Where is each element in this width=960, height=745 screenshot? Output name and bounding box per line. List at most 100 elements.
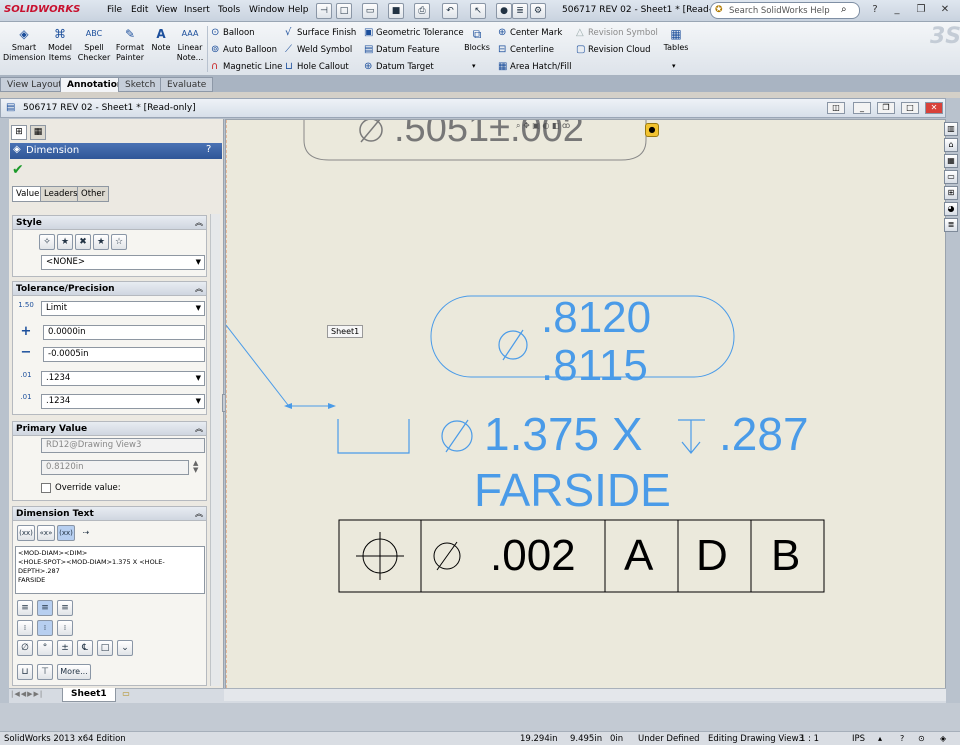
balloon-button[interactable]: ⊙ Balloon [211, 27, 255, 38]
search-icon[interactable]: ⌕ [841, 4, 847, 15]
view-palette-icon[interactable]: ⊞ [944, 186, 958, 200]
help-question-icon[interactable]: ? [865, 3, 885, 18]
pin-icon[interactable]: ⊣ [316, 3, 332, 19]
tab-sketch[interactable]: Sketch [118, 77, 163, 92]
dimension-value-field[interactable]: 0.8120in [41, 460, 189, 475]
pm-tab-value[interactable]: Value [12, 186, 44, 202]
revision-cloud-button[interactable]: ▢ Revision Cloud [576, 44, 651, 55]
add-parentheses-icon[interactable]: (xx) [17, 525, 35, 541]
auto-balloon-button[interactable]: ⊚ Auto Balloon [211, 44, 277, 55]
tolerance-type-select[interactable]: Limit [41, 301, 205, 316]
print-icon[interactable]: ⎙ [414, 3, 430, 19]
centerline-symbol-icon[interactable]: ℄ [77, 640, 93, 656]
property-manager-tab-icon[interactable]: ▦ [30, 125, 46, 140]
align-bottom-icon[interactable]: ⁞ [57, 620, 73, 636]
spotface-dimension-text[interactable]: 1.375 X [484, 410, 643, 458]
tables-dropdown-icon[interactable]: ▾ [672, 62, 676, 70]
primary-value-header[interactable]: Primary Value [13, 422, 206, 436]
restore-button[interactable]: ❐ [911, 3, 931, 18]
resources-icon[interactable]: ▥ [944, 122, 958, 136]
blocks-button[interactable]: ⧉ Blocks [462, 26, 492, 53]
horizontal-scrollbar[interactable] [224, 689, 946, 701]
collapse-tolerance-icon[interactable]: ︽ [195, 283, 203, 294]
pm-tab-leaders[interactable]: Leaders [40, 186, 82, 202]
smart-dimension-button[interactable]: ◈ Smart Dimension [3, 26, 46, 63]
primary-precision-select[interactable]: .1234 [41, 371, 205, 386]
apply-style-icon[interactable]: ✧ [39, 234, 55, 250]
doc-restore-button[interactable]: ❐ [877, 102, 895, 114]
save-style-icon[interactable]: ★ [93, 234, 109, 250]
feature-manager-tab-icon[interactable]: ⊞ [11, 125, 27, 140]
status-scale[interactable]: 1 : 1 [800, 734, 819, 744]
rebuild-icon[interactable]: ● [496, 3, 512, 19]
lower-limit-input[interactable]: -0.0005in [43, 347, 205, 362]
collapse-primary-icon[interactable]: ︽ [195, 423, 203, 434]
limit-lower-value[interactable]: .8115 [541, 344, 648, 388]
counterbore-symbol-icon[interactable]: ⊔ [17, 664, 33, 680]
farside-note[interactable]: FARSIDE [474, 466, 671, 514]
datum-target-button[interactable]: ⊕ Datum Target [364, 61, 434, 72]
menu-help[interactable]: Help [288, 5, 309, 15]
appearance-icon[interactable]: ● [645, 123, 659, 137]
home-icon[interactable]: ⌂ [944, 138, 958, 152]
fcf-datum-a[interactable]: A [624, 533, 653, 579]
center-dimension-icon[interactable]: «x» [37, 525, 55, 541]
help-status-icon[interactable]: ? [900, 734, 904, 743]
dimension-text-box[interactable]: <MOD-DIAM><DIM> <HOLE-SPOT><MOD-DIAM>1.3… [15, 546, 205, 594]
collapse-dimtext-icon[interactable]: ︽ [195, 508, 203, 519]
value-spinner-icon[interactable]: ▲ ▼ [193, 460, 198, 474]
datum-feature-button[interactable]: ▤ Datum Feature [364, 44, 440, 55]
rebuild-status-icon[interactable]: ⊙ [918, 734, 925, 743]
appearances-icon[interactable]: ◕ [944, 202, 958, 216]
file-explorer-icon[interactable]: ▭ [944, 170, 958, 184]
magnetic-line-button[interactable]: ∩ Magnetic Line [211, 61, 282, 72]
spell-checker-button[interactable]: ABC Spell Checker [77, 26, 111, 63]
fcf-datum-d[interactable]: D [696, 533, 728, 579]
custom-properties-icon[interactable]: ≣ [944, 218, 958, 232]
library-icon[interactable]: ▦ [944, 154, 958, 168]
override-value-checkbox[interactable] [41, 483, 51, 493]
blocks-dropdown-icon[interactable]: ▾ [472, 62, 476, 70]
more-symbols-button[interactable]: More... [57, 664, 91, 680]
justify-center-icon[interactable]: ≡ [37, 600, 53, 616]
weld-symbol-button[interactable]: ⟋ Weld Symbol [285, 44, 352, 55]
doc-minimize-button[interactable]: _ [853, 102, 871, 114]
menu-window[interactable]: Window [249, 5, 285, 15]
ok-checkmark-icon[interactable]: ✔ [12, 162, 24, 178]
depth-dimension-text[interactable]: .287 [719, 410, 809, 458]
style-select[interactable]: <NONE> [41, 255, 205, 270]
fcf-datum-b[interactable]: B [771, 533, 800, 579]
add-style-icon[interactable]: ★ [57, 234, 73, 250]
menu-view[interactable]: View [156, 5, 177, 15]
add-sheet-icon[interactable]: ▭ [118, 689, 134, 701]
status-units[interactable]: IPS [852, 734, 865, 744]
square-symbol-icon[interactable]: □ [97, 640, 113, 656]
sheet-tab-sheet1[interactable]: Sheet1 [62, 688, 116, 702]
menu-tools[interactable]: Tools [218, 5, 240, 15]
new-document-icon[interactable]: □ [336, 3, 352, 19]
degree-symbol-icon[interactable]: ° [37, 640, 53, 656]
view-icon[interactable]: ▣ [532, 121, 540, 130]
load-style-icon[interactable]: ☆ [111, 234, 127, 250]
hide-show-icon[interactable]: ꝏ [562, 121, 570, 130]
hole-callout-button[interactable]: ⊔ Hole Callout [285, 61, 349, 72]
model-items-button[interactable]: ⌘ Model Items [45, 26, 75, 63]
select-arrow-icon[interactable]: ↖ [470, 3, 486, 19]
plus-minus-symbol-icon[interactable]: ± [57, 640, 73, 656]
geometric-tolerance-button[interactable]: ▣ Geometric Tolerance [364, 27, 464, 38]
limit-upper-value[interactable]: .8120 [541, 296, 651, 340]
close-button[interactable]: ✕ [935, 3, 955, 18]
depth-symbol-icon[interactable]: ⊤ [37, 664, 53, 680]
offset-text-icon[interactable]: ⇢ [77, 525, 95, 541]
tolerance-precision-select[interactable]: .1234 [41, 394, 205, 409]
more-symbols-dropdown-icon[interactable]: ⌄ [117, 640, 133, 656]
menu-edit[interactable]: Edit [131, 5, 148, 15]
area-hatch-button[interactable]: ▦ Area Hatch/Fill [498, 61, 571, 72]
pan-icon[interactable]: ✥ [523, 121, 530, 130]
delete-style-icon[interactable]: ✖ [75, 234, 91, 250]
justify-left-icon[interactable]: ≡ [17, 600, 33, 616]
linear-note-button[interactable]: AAA Linear Note... [174, 26, 206, 63]
surface-finish-button[interactable]: √ Surface Finish [285, 27, 356, 38]
center-mark-button[interactable]: ⊕ Center Mark [498, 27, 562, 38]
menu-file[interactable]: File [107, 5, 122, 15]
